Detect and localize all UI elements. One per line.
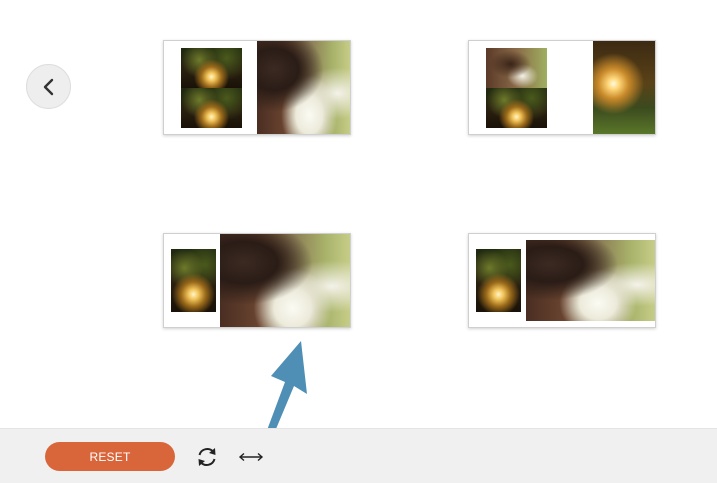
spread-photo bbox=[220, 234, 350, 327]
spread-photo bbox=[171, 249, 216, 312]
back-button[interactable] bbox=[26, 64, 71, 109]
spread-option-3[interactable] bbox=[163, 233, 351, 328]
chevron-left-icon bbox=[43, 78, 53, 95]
bottom-toolbar: RESET bbox=[0, 428, 717, 483]
spread-photo bbox=[486, 88, 547, 128]
spread-photo bbox=[593, 41, 655, 134]
horizontal-arrows-icon bbox=[238, 452, 264, 462]
reset-button[interactable]: RESET bbox=[45, 442, 175, 471]
refresh-icon bbox=[198, 448, 216, 466]
spread-photo bbox=[476, 249, 521, 312]
spread-photo bbox=[257, 41, 350, 134]
swap-button[interactable] bbox=[236, 449, 266, 465]
spread-option-4[interactable] bbox=[468, 233, 656, 328]
spread-photo bbox=[526, 240, 655, 321]
spread-option-2[interactable] bbox=[468, 40, 656, 135]
spread-option-1[interactable] bbox=[163, 40, 351, 135]
refresh-button[interactable] bbox=[194, 444, 220, 470]
layout-picker: RESET bbox=[0, 0, 717, 483]
spread-photo bbox=[181, 88, 242, 128]
spread-photo bbox=[486, 48, 547, 88]
spread-photo bbox=[181, 48, 242, 88]
